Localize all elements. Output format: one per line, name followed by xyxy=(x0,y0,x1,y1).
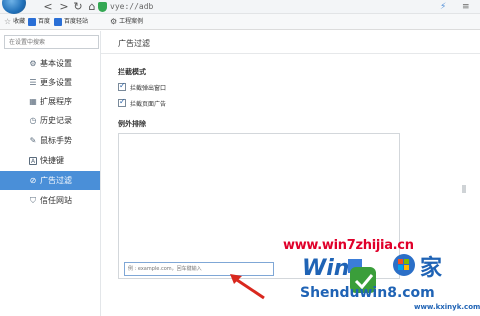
reload-button[interactable]: ↻ xyxy=(72,1,84,13)
sidebar-item-mouse-gestures[interactable]: ✎ 鼠标手势 xyxy=(0,131,100,150)
grid-icon: ▦ xyxy=(29,96,37,106)
watermark-small-url: www.kxinyk.com xyxy=(414,303,480,311)
annotation-arrow-icon xyxy=(230,274,265,300)
block-page-ads-checkbox[interactable] xyxy=(118,97,126,107)
bookmark-item[interactable]: ⚙ 工程案例 xyxy=(110,16,143,28)
block-page-ads-label: 拦截页面广告 xyxy=(130,100,167,108)
sidebar-item-basic-settings[interactable]: ⚙ 基本设置 xyxy=(0,54,100,73)
sidebar-item-label: 基本设置 xyxy=(40,59,72,68)
browser-toolbar: < > ↻ ⌂ vye://adb ⚡ ≡ xyxy=(0,0,480,14)
menu-icon[interactable]: ≡ xyxy=(462,1,470,13)
svg-text:家: 家 xyxy=(420,255,443,281)
watermark-logo: Win 家 Shenduwin8.com xyxy=(300,254,443,301)
block-popups-label: 拦截弹出窗口 xyxy=(130,84,167,92)
home-button[interactable]: ⌂ xyxy=(86,1,98,13)
bookmark-label: 百度 xyxy=(38,18,51,25)
address-bar[interactable]: vye://adb xyxy=(110,0,153,13)
browser-logo xyxy=(2,0,26,14)
sidebar-divider xyxy=(100,31,101,316)
exceptions-heading: 例外排除 xyxy=(118,120,146,128)
sidebar-item-label: 历史记录 xyxy=(40,116,72,125)
sidebar-item-more-settings[interactable]: ☰ 更多设置 xyxy=(0,73,100,92)
sidebar-item-shortcuts[interactable]: A 快捷键 xyxy=(0,151,100,170)
shield-icon: ⛉ xyxy=(30,195,36,205)
block-icon: ⊘ xyxy=(29,175,37,185)
bolt-icon[interactable]: ⚡ xyxy=(440,1,446,13)
bookmark-item[interactable]: ☆ 收藏 xyxy=(4,16,25,28)
bookmark-label: 百度轻站 xyxy=(64,18,89,25)
block-popups-option[interactable]: 拦截弹出窗口 xyxy=(118,81,167,92)
settings-search-input[interactable] xyxy=(4,35,99,49)
keyboard-icon: A xyxy=(29,156,37,165)
page-icon xyxy=(54,18,62,26)
gear-icon: ⚙ xyxy=(110,17,118,26)
watermark-url: www.win7zhijia.cn xyxy=(283,238,414,253)
svg-text:Shenduwin8.com: Shenduwin8.com xyxy=(300,285,435,301)
sidebar-item-label: 广告过滤 xyxy=(40,176,72,185)
sidebar-item-history[interactable]: ◷ 历史记录 xyxy=(0,111,100,130)
title-divider xyxy=(101,53,480,54)
sidebar-item-extensions[interactable]: ▦ 扩展程序 xyxy=(0,92,100,111)
block-popups-checkbox[interactable] xyxy=(118,81,126,91)
forward-button[interactable]: > xyxy=(58,1,70,13)
bookmark-item[interactable]: 百度 xyxy=(28,16,50,28)
secure-shield-icon xyxy=(98,2,107,12)
svg-text:Win: Win xyxy=(302,256,349,281)
sidebar-item-label: 扩展程序 xyxy=(40,97,72,106)
page-title: 广告过滤 xyxy=(118,39,150,48)
bookmark-label: 工程案例 xyxy=(119,18,144,25)
bookmark-label: 收藏 xyxy=(13,18,26,25)
star-icon: ☆ xyxy=(4,17,12,26)
sidebar-item-trusted-sites[interactable]: ⛉ 信任网站 xyxy=(0,191,100,210)
settings-sidebar: ⚙ 基本设置 ☰ 更多设置 ▦ 扩展程序 ◷ 历史记录 ✎ 鼠标手势 A 快捷键… xyxy=(0,54,100,316)
sidebar-item-label: 快捷键 xyxy=(40,156,64,165)
clock-icon: ◷ xyxy=(29,115,37,125)
sidebar-item-label: 鼠标手势 xyxy=(40,136,72,145)
sidebar-item-label: 信任网站 xyxy=(40,196,72,205)
gesture-icon: ✎ xyxy=(29,135,37,145)
list-icon: ☰ xyxy=(29,77,37,87)
bookmarks-bar: ☆ 收藏 百度 百度轻站 ⚙ 工程案例 xyxy=(0,14,480,30)
bookmark-item[interactable]: 百度轻站 xyxy=(54,16,88,28)
gear-icon: ⚙ xyxy=(29,58,37,68)
page-icon xyxy=(28,18,36,26)
scrollbar[interactable] xyxy=(462,185,466,193)
sidebar-item-ad-filter[interactable]: ⊘ 广告过滤 xyxy=(0,171,100,190)
sidebar-item-label: 更多设置 xyxy=(40,78,72,87)
block-mode-heading: 拦截模式 xyxy=(118,68,146,76)
block-page-ads-option[interactable]: 拦截页面广告 xyxy=(118,97,167,108)
back-button[interactable]: < xyxy=(42,1,54,13)
